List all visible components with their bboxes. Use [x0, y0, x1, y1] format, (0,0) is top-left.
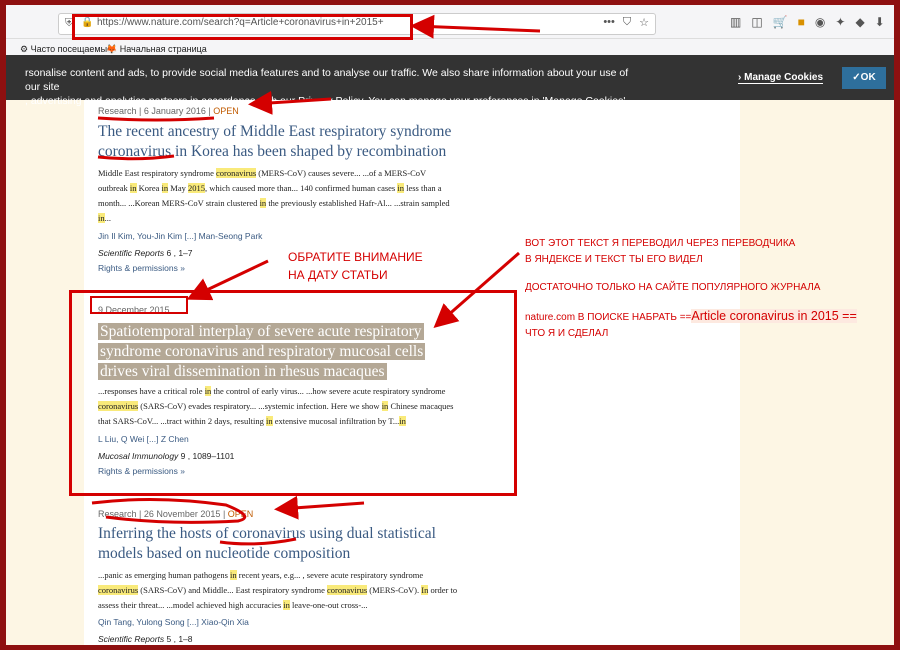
underline-third-title	[219, 537, 297, 546]
arrow-to-box-date	[186, 259, 269, 301]
arrow-to-third-date	[274, 495, 365, 520]
screenshot-frame: ⛨ 🔒 https://www.nature.com/search?q=Arti…	[6, 5, 894, 645]
annotation-overlay	[91, 14, 541, 546]
arrow-to-title	[433, 251, 520, 328]
underline-first-date	[97, 116, 215, 122]
underline-third-date	[91, 497, 247, 524]
arrow-to-url	[410, 14, 541, 39]
underline-first-title	[97, 154, 175, 161]
arrow-to-first-date	[248, 90, 332, 115]
